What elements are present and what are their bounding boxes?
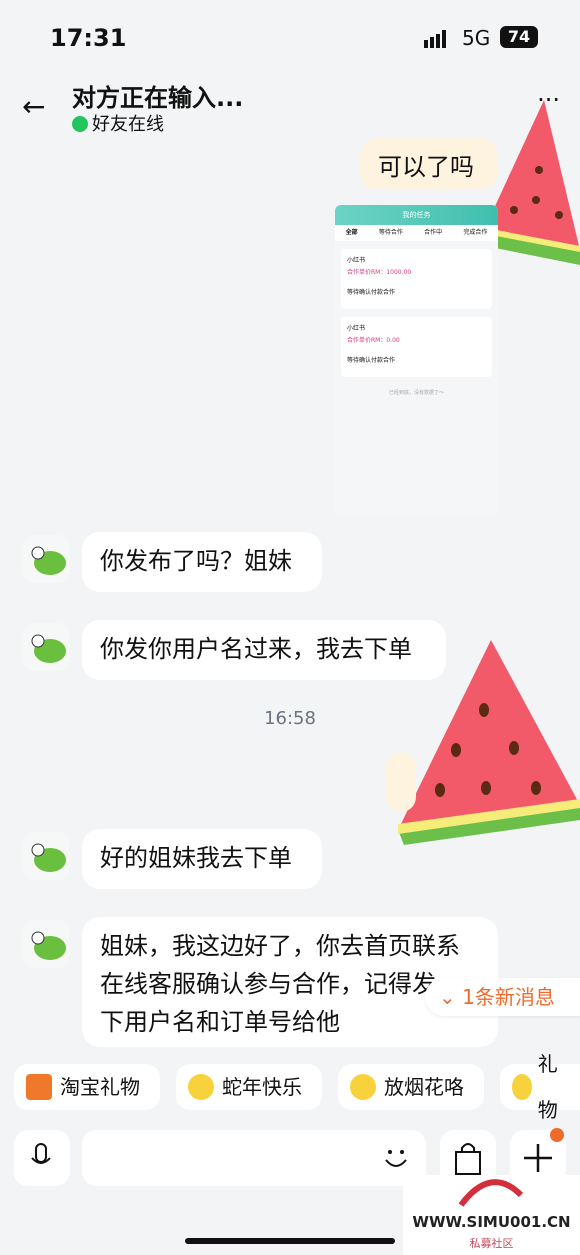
message-bubble-outgoing: 可以了吗	[360, 138, 498, 190]
home-indicator	[185, 1238, 395, 1244]
card-status: 等待确认付款合作	[347, 289, 396, 296]
card-price: 合作单价RM：0.00	[347, 337, 400, 344]
avatar[interactable]	[22, 623, 70, 671]
avatar[interactable]	[22, 832, 70, 880]
chat-title: 对方正在输入...	[72, 84, 244, 112]
message-bubble-outgoing-hidden	[386, 752, 416, 812]
watermark-logo-icon	[458, 1179, 524, 1207]
message-bubble-incoming: 你发布了吗？姐妹	[82, 532, 322, 592]
screenshot-title: 我的任务	[335, 205, 498, 225]
screenshot-tab: 等待合作	[378, 229, 403, 236]
fish-avatar-icon	[31, 931, 66, 960]
quick-chip[interactable]: 蛇年快乐	[176, 1064, 322, 1110]
signal-icon	[424, 30, 446, 48]
message-timestamp: 16:58	[264, 708, 316, 729]
battery-indicator: 74	[500, 26, 538, 48]
quick-chip[interactable]: 淘宝礼物	[14, 1064, 160, 1110]
new-message-button[interactable]: ⌄ 1条新消息	[425, 978, 580, 1016]
emoji-icon[interactable]	[380, 1142, 412, 1174]
screenshot-footer: 已经到底，没有数据了～	[388, 390, 444, 396]
gift-icon	[26, 1074, 52, 1100]
screenshot-tab: 完成合作	[463, 229, 488, 236]
network-type: 5G	[462, 26, 491, 50]
chip-label: 放烟花咯	[384, 1075, 464, 1099]
quick-chip[interactable]: 礼物	[500, 1052, 580, 1122]
watermark: WWW.SIMU001.CN 私募社区	[403, 1175, 580, 1255]
online-dot-icon	[72, 116, 88, 132]
chip-label: 蛇年快乐	[222, 1075, 302, 1099]
card-price: 合作单价RM：1000.00	[347, 269, 412, 276]
quick-chip[interactable]: 放烟花咯	[338, 1064, 484, 1110]
chevron-down-icon: ⌄	[439, 985, 456, 1009]
screenshot-tabs: 全部 等待合作 合作中 完成合作	[335, 225, 498, 241]
back-arrow-icon[interactable]: ←	[22, 90, 45, 123]
message-bubble-incoming: 你发你用户名过来，我去下单	[82, 620, 446, 680]
watermark-site: WWW.SIMU001.CN	[412, 1213, 571, 1231]
card-platform: 小红书	[347, 325, 366, 332]
fish-avatar-icon	[31, 546, 66, 575]
shared-screenshot[interactable]: 我的任务 全部 等待合作 合作中 完成合作 小红书 合作单价RM：1000.00…	[335, 205, 498, 515]
notification-dot	[550, 1128, 564, 1142]
chip-label: 淘宝礼物	[60, 1075, 140, 1099]
status-bar: 17:31 5G 74	[0, 0, 580, 72]
emoji-icon	[188, 1074, 214, 1100]
status-time: 17:31	[50, 24, 127, 52]
voice-input-button[interactable]	[14, 1130, 70, 1186]
screenshot-card: 小红书 合作单价RM：0.00 等待确认付款合作	[341, 317, 492, 377]
watermark-sub: 私募社区	[469, 1237, 514, 1250]
card-status: 等待确认付款合作	[347, 357, 396, 364]
screenshot-tab: 全部	[345, 229, 358, 236]
message-input[interactable]	[82, 1130, 426, 1186]
avatar[interactable]	[22, 535, 70, 583]
avatar[interactable]	[22, 920, 70, 968]
emoji-icon	[512, 1074, 532, 1100]
microphone-icon	[31, 1143, 51, 1164]
online-status: 好友在线	[72, 110, 164, 136]
fish-avatar-icon	[31, 843, 66, 872]
screenshot-tab: 合作中	[424, 229, 443, 236]
new-message-label: 1条新消息	[462, 985, 555, 1009]
card-platform: 小红书	[347, 257, 366, 264]
screenshot-card: 小红书 合作单价RM：1000.00 等待确认付款合作	[341, 249, 492, 309]
online-label: 好友在线	[92, 114, 164, 135]
emoji-icon	[350, 1074, 376, 1100]
fish-avatar-icon	[31, 634, 66, 663]
watermelon-sticker-icon	[484, 100, 580, 265]
message-bubble-incoming: 好的姐妹我去下单	[82, 829, 322, 889]
